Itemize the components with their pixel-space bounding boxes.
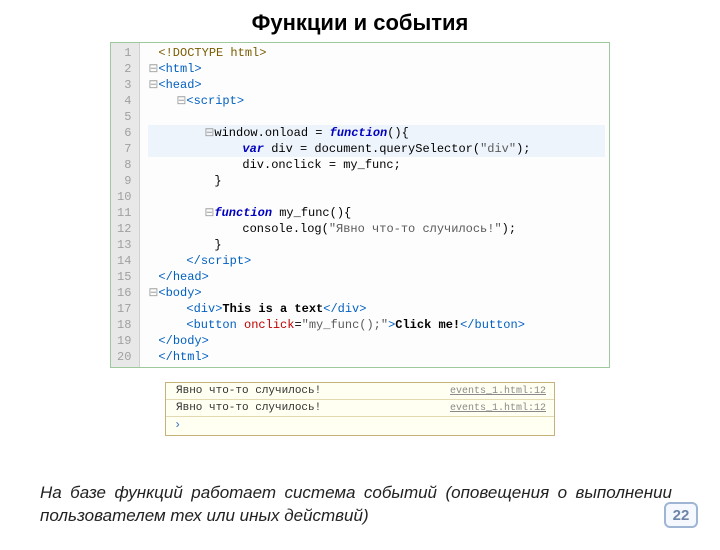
console-source-link[interactable]: events_1.html:12 [450, 386, 546, 397]
line-number-gutter: 1234567891011121314151617181920 [111, 43, 140, 367]
code-content: <!DOCTYPE html> ⊟<html> ⊟<head> ⊟<script… [140, 43, 609, 367]
code-token: <!DOCTYPE html> [158, 46, 266, 60]
console-message: Явно что-то случилось! [176, 402, 321, 414]
page-number-badge: 22 [664, 502, 698, 528]
console-source-link[interactable]: events_1.html:12 [450, 403, 546, 414]
slide-title: Функции и события [0, 10, 720, 36]
console-input-prompt[interactable] [166, 417, 554, 435]
console-row: Явно что-то случилось! events_1.html:12 [166, 383, 554, 400]
console-message: Явно что-то случилось! [176, 385, 321, 397]
code-editor: 1234567891011121314151617181920 <!DOCTYP… [110, 42, 610, 368]
console-row: Явно что-то случилось! events_1.html:12 [166, 400, 554, 417]
devtools-console: Явно что-то случилось! events_1.html:12 … [165, 382, 555, 436]
slide-caption: На базе функций работает система событий… [40, 482, 672, 528]
